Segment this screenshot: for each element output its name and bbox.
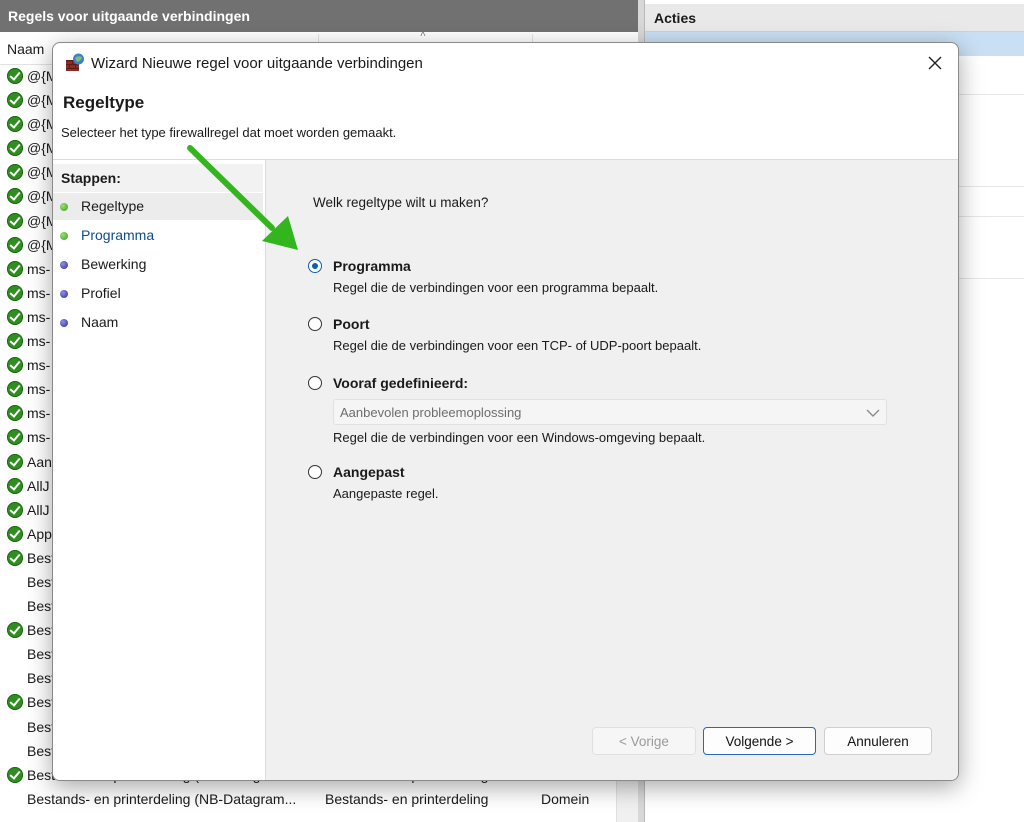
radio-aangepast[interactable]: [308, 465, 322, 479]
wizard-body: Stappen: Regeltype Programma Bewerking P…: [53, 160, 958, 780]
option-description: Regel die de verbindingen voor een progr…: [333, 280, 659, 295]
sort-indicator-icon: ˄: [420, 29, 426, 40]
enabled-check-icon: [7, 405, 23, 422]
close-icon: [928, 56, 942, 70]
enabled-check-icon: [7, 284, 23, 301]
rule-name: Best: [27, 718, 56, 735]
rule-name: Best: [27, 742, 56, 759]
rule-name: Best: [27, 646, 56, 663]
enabled-check-icon: [7, 164, 23, 181]
step-status-icon: [60, 232, 68, 240]
rule-name: Best: [27, 694, 56, 711]
radio-poort[interactable]: [308, 317, 322, 331]
table-row[interactable]: Bestands- en printerdeling (NB-Datagram.…: [0, 788, 638, 812]
enabled-check-icon: [7, 766, 23, 783]
step-label: Bewerking: [81, 256, 147, 272]
rule-name: ms-: [27, 333, 51, 350]
next-button[interactable]: Volgende >: [703, 727, 816, 755]
previous-button[interactable]: < Vorige: [592, 727, 696, 755]
enabled-check-icon: [7, 381, 23, 398]
enabled-check-icon: [7, 140, 23, 157]
step-status-icon: [60, 319, 68, 327]
page-subtitle: Selecteer het type firewallregel dat moe…: [61, 125, 397, 140]
option-description: Regel die de verbindingen voor een Windo…: [333, 430, 706, 445]
radio-programma[interactable]: [308, 259, 322, 273]
dialog-title: Wizard Nieuwe regel voor uitgaande verbi…: [91, 55, 423, 72]
chevron-down-icon: [866, 409, 880, 417]
rule-name: AllJ: [27, 501, 50, 518]
cancel-button[interactable]: Annuleren: [824, 727, 932, 755]
enabled-check-icon: [7, 188, 23, 205]
option-description: Regel die de verbindingen voor een TCP- …: [333, 338, 702, 353]
steps-title: Stappen:: [53, 164, 263, 192]
rule-name: Best: [27, 670, 56, 687]
enabled-check-icon: [7, 333, 23, 350]
option-title[interactable]: Programma: [333, 258, 411, 274]
enabled-check-icon: [7, 694, 23, 711]
enabled-check-icon: [7, 68, 23, 84]
rule-group: Bestands- en printerdeling: [325, 790, 489, 807]
rule-name: ms-: [27, 429, 51, 446]
enabled-check-icon: [7, 622, 23, 639]
enabled-check-icon: [7, 477, 23, 494]
step-label: Profiel: [81, 285, 121, 301]
enabled-check-icon: [7, 308, 23, 325]
step-regeltype: Regeltype: [53, 193, 263, 220]
new-outbound-rule-wizard: Wizard Nieuwe regel voor uitgaande verbi…: [52, 42, 959, 781]
option-description: Aangepaste regel.: [333, 486, 439, 501]
rule-name: ms-: [27, 308, 51, 325]
dropdown-value: Aanbevolen probleemoplossing: [340, 405, 522, 420]
enabled-check-icon: [7, 525, 23, 542]
enabled-check-icon: [7, 92, 23, 109]
rule-name: Best: [27, 549, 56, 566]
column-name[interactable]: Naam: [7, 41, 44, 57]
option-title[interactable]: Vooraf gedefinieerd:: [333, 375, 468, 391]
dialog-titlebar[interactable]: Wizard Nieuwe regel voor uitgaande verbi…: [53, 43, 958, 83]
rule-name: ms-: [27, 260, 51, 277]
enabled-check-icon: [7, 357, 23, 374]
enabled-check-icon: [7, 116, 23, 133]
rule-name: Best: [27, 598, 56, 615]
rule-name: ms-: [27, 284, 51, 301]
enabled-check-icon: [7, 236, 23, 253]
rule-name: ms-: [27, 357, 51, 374]
step-status-icon: [60, 290, 68, 298]
enabled-check-icon: [7, 429, 23, 446]
rule-name: ms-: [27, 381, 51, 398]
rule-name: Best: [27, 622, 56, 639]
step-bewerking: Bewerking: [53, 251, 263, 278]
actions-pane-title: Acties: [645, 4, 1024, 32]
step-profiel: Profiel: [53, 280, 263, 307]
enabled-check-icon: [7, 260, 23, 277]
rule-profile: Domein: [541, 790, 590, 807]
steps-panel: Stappen: Regeltype Programma Bewerking P…: [53, 160, 266, 780]
rule-name: App: [27, 525, 52, 542]
option-title[interactable]: Aangepast: [333, 464, 405, 480]
step-status-icon: [60, 261, 68, 269]
enabled-check-icon: [7, 549, 23, 566]
firewall-icon: [66, 53, 84, 71]
predefined-rules-dropdown[interactable]: Aanbevolen probleemoplossing: [333, 399, 887, 425]
enabled-check-icon: [7, 212, 23, 229]
option-title[interactable]: Poort: [333, 316, 370, 332]
step-naam: Naam: [53, 309, 263, 336]
question-label: Welk regeltype wilt u maken?: [313, 195, 489, 210]
step-label[interactable]: Programma: [81, 227, 154, 243]
rule-name: AllJ: [27, 477, 50, 494]
step-programma[interactable]: Programma: [53, 222, 263, 249]
step-label: Naam: [81, 314, 119, 330]
rule-name: Best: [27, 573, 56, 590]
radio-vooraf-gedefinieerd[interactable]: [308, 376, 322, 390]
rule-name: ms-: [27, 405, 51, 422]
enabled-check-icon: [7, 501, 23, 518]
step-status-icon: [60, 203, 68, 211]
close-button[interactable]: [912, 43, 958, 83]
step-label: Regeltype: [81, 198, 145, 214]
enabled-check-icon: [7, 453, 23, 470]
page-title: Regeltype: [63, 93, 145, 112]
rules-pane-title: Regels voor uitgaande verbindingen: [0, 0, 638, 32]
rule-name: Aan: [27, 453, 52, 470]
rule-name: Bestands- en printerdeling (NB-Datagram.…: [27, 790, 297, 807]
